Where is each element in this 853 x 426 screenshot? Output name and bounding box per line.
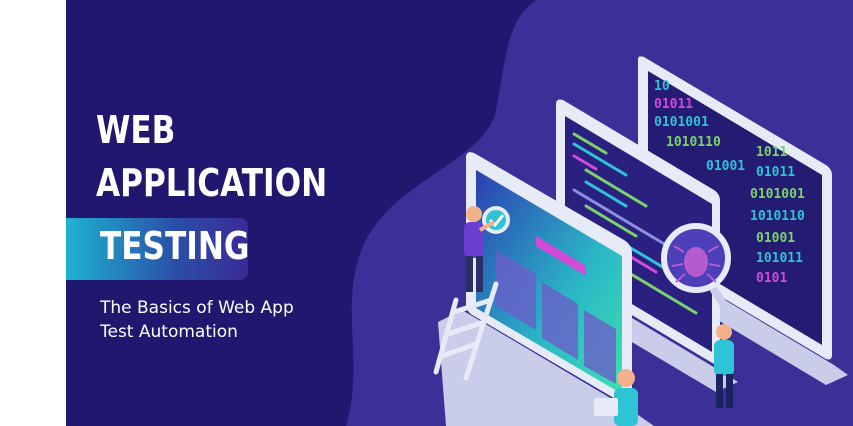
page-canvas: 10 01011 0101001 1010110 01001 1011 0101… — [0, 0, 853, 426]
check-badge — [482, 206, 510, 234]
title-line-web: WEB — [96, 108, 176, 152]
svg-text:1010110: 1010110 — [750, 209, 805, 224]
svg-text:1010110: 1010110 — [666, 135, 721, 150]
svg-text:01001: 01001 — [706, 159, 745, 174]
svg-text:101011: 101011 — [756, 251, 803, 266]
svg-text:0101: 0101 — [756, 271, 787, 286]
svg-text:01001: 01001 — [756, 231, 795, 246]
svg-text:0101001: 0101001 — [654, 115, 709, 130]
hero-banner: 10 01011 0101001 1010110 01001 1011 0101… — [66, 0, 853, 426]
svg-text:0101001: 0101001 — [750, 187, 805, 202]
title-line-application: APPLICATION — [96, 161, 328, 205]
svg-text:1011: 1011 — [756, 145, 787, 160]
subtitle-line1: The Basics of Web App — [100, 298, 294, 318]
svg-text:10: 10 — [654, 79, 670, 94]
title-line-testing: TESTING — [100, 224, 250, 268]
svg-text:01011: 01011 — [654, 97, 693, 112]
testing-illustration: 10 01011 0101001 1010110 01001 1011 0101… — [346, 0, 853, 426]
svg-text:01011: 01011 — [756, 165, 795, 180]
subtitle-line2: Test Automation — [100, 322, 238, 342]
